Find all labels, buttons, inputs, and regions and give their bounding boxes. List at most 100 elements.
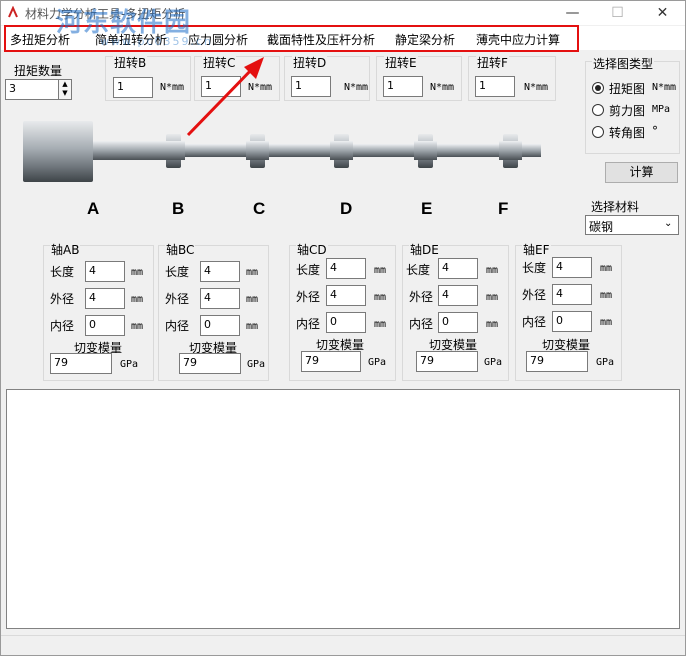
flange-d [330,134,353,168]
shaft-ab-length-input[interactable]: 4 [85,261,125,282]
torque-d-input[interactable]: 1 [291,76,331,97]
shaft-ab-length-unit: mm [131,267,144,278]
shaft-cd-outer-label: 外径 [296,290,321,304]
shaft-de-length-label: 长度 [406,263,431,277]
shaft-ef-outer-input[interactable]: 4 [552,284,592,305]
torque-e-input[interactable]: 1 [383,76,423,97]
material-select[interactable]: 碳钢 ⌄ [585,215,679,235]
material-label: 选择材料 [591,200,640,214]
point-label-e: E [421,199,433,218]
radio-shear-diagram[interactable] [592,104,604,116]
shaft-ef-outer-label: 外径 [522,288,547,302]
shaft-de-outer-unit: mm [486,292,499,303]
result-output-area[interactable] [6,389,680,629]
radio-angle-diagram[interactable] [592,126,604,138]
shaft-cd-inner-unit: mm [374,319,387,330]
shaft-bc-outer-label: 外径 [165,292,190,306]
shaft-cd-length-label: 长度 [296,263,321,277]
torque-f-label: 扭转F [476,54,509,71]
shaft-ab-outer-unit: mm [131,294,144,305]
shaft-de-modulus-input[interactable]: 79 [416,351,478,372]
torque-group-e: 扭转E 1 N*mm [376,54,462,101]
spin-down-icon[interactable]: ▼ [59,89,71,98]
watermark-url: www.pc0359.cn [100,35,214,48]
chevron-down-icon: ⌄ [664,218,673,229]
maximize-button[interactable]: ☐ [595,1,640,25]
torque-count-spinner[interactable]: 3 [5,79,60,100]
torque-count-stepper[interactable]: ▲ ▼ [58,79,72,100]
shaft-bc-length-unit: mm [246,267,259,278]
torque-group-b: 扭转B 1 N*mm [105,54,191,101]
app-icon [7,6,20,19]
shaft-ef-modulus-unit: GPa [596,357,615,368]
shaft-base-block [23,121,93,182]
shaft-ef-length-input[interactable]: 4 [552,257,592,278]
shaft-cd-inner-label: 内径 [296,317,321,331]
shaft-cd-outer-input[interactable]: 4 [326,285,366,306]
shaft-ef-length-label: 长度 [522,261,547,275]
material-value: 碳钢 [589,220,614,234]
chart-type-label: 选择图类型 [592,55,655,72]
point-label-d: D [340,199,353,218]
close-button[interactable]: ✕ [640,1,685,25]
shaft-ab-modulus-unit: GPa [120,359,139,370]
shaft-ef-outer-unit: mm [600,290,613,301]
point-label-f: F [498,199,509,218]
shaft-de-outer-label: 外径 [409,290,434,304]
flange-f [499,134,522,168]
shaft-de-inner-unit: mm [486,319,499,330]
shaft-cd-outer-unit: mm [374,292,387,303]
shaft-de-inner-input[interactable]: 0 [438,312,478,333]
shaft-ab-inner-label: 内径 [50,319,75,333]
torque-f-unit: N*mm [524,82,549,93]
shaft-ef-inner-label: 内径 [522,315,547,329]
torque-b-input[interactable]: 1 [113,77,153,98]
torque-f-input[interactable]: 1 [475,76,515,97]
shaft-ef-inner-input[interactable]: 0 [552,311,592,332]
radio-torque-diagram[interactable] [592,82,604,94]
radio-torque-unit: N*mm [652,82,677,93]
torque-b-label: 扭转B [113,54,148,71]
minimize-icon: — [565,5,580,21]
shaft-ab-length-label: 长度 [50,265,75,279]
radio-shear-label: 剪力图 [609,104,646,118]
shaft-group-de: 轴DE 长度 4 mm 外径 4 mm 内径 0 mm 切变模量 79 GPa [402,241,509,381]
shaft-ef-modulus-input[interactable]: 79 [526,351,588,372]
torque-e-unit: N*mm [430,82,455,93]
shaft-ef-inner-unit: mm [600,317,613,328]
shaft-ab-inner-unit: mm [131,321,144,332]
torque-d-unit: N*mm [344,82,369,93]
shaft-cd-length-unit: mm [374,265,387,276]
shaft-bc-modulus-input[interactable]: 79 [179,353,241,374]
shaft-ab-modulus-input[interactable]: 79 [50,353,112,374]
annotation-arrow [186,57,264,137]
torque-group-f: 扭转F 1 N*mm [468,54,556,101]
shaft-ab-inner-input[interactable]: 0 [85,315,125,336]
flange-e [414,134,437,168]
radio-angle-label: 转角图 [609,126,646,140]
calculate-button[interactable]: 计算 [605,162,678,183]
torque-d-label: 扭转D [292,54,328,71]
shaft-ab-title: 轴AB [50,241,81,258]
shaft-cd-length-input[interactable]: 4 [326,258,366,279]
shaft-cd-inner-input[interactable]: 0 [326,312,366,333]
shaft-ef-title: 轴EF [522,241,551,258]
shaft-ab-outer-label: 外径 [50,292,75,306]
shaft-group-ef: 轴EF 长度 4 mm 外径 4 mm 内径 0 mm 切变模量 79 GPa [515,241,622,381]
spin-up-icon[interactable]: ▲ [59,80,71,89]
shaft-ef-length-unit: mm [600,263,613,274]
shaft-bc-inner-input[interactable]: 0 [200,315,240,336]
shaft-bc-inner-unit: mm [246,321,259,332]
point-label-c: C [253,199,266,218]
shaft-collar [93,141,173,160]
minimize-button[interactable]: — [550,1,595,25]
shaft-ab-outer-input[interactable]: 4 [85,288,125,309]
shaft-de-title: 轴DE [409,241,440,258]
shaft-de-outer-input[interactable]: 4 [438,285,478,306]
shaft-bc-outer-input[interactable]: 4 [200,288,240,309]
shaft-cd-modulus-input[interactable]: 79 [301,351,361,372]
status-bar [1,635,685,655]
shaft-bc-length-input[interactable]: 4 [200,261,240,282]
chart-type-group: 选择图类型 扭矩图 N*mm 剪力图 MPa 转角图 ° [585,55,680,154]
shaft-de-length-input[interactable]: 4 [438,258,478,279]
